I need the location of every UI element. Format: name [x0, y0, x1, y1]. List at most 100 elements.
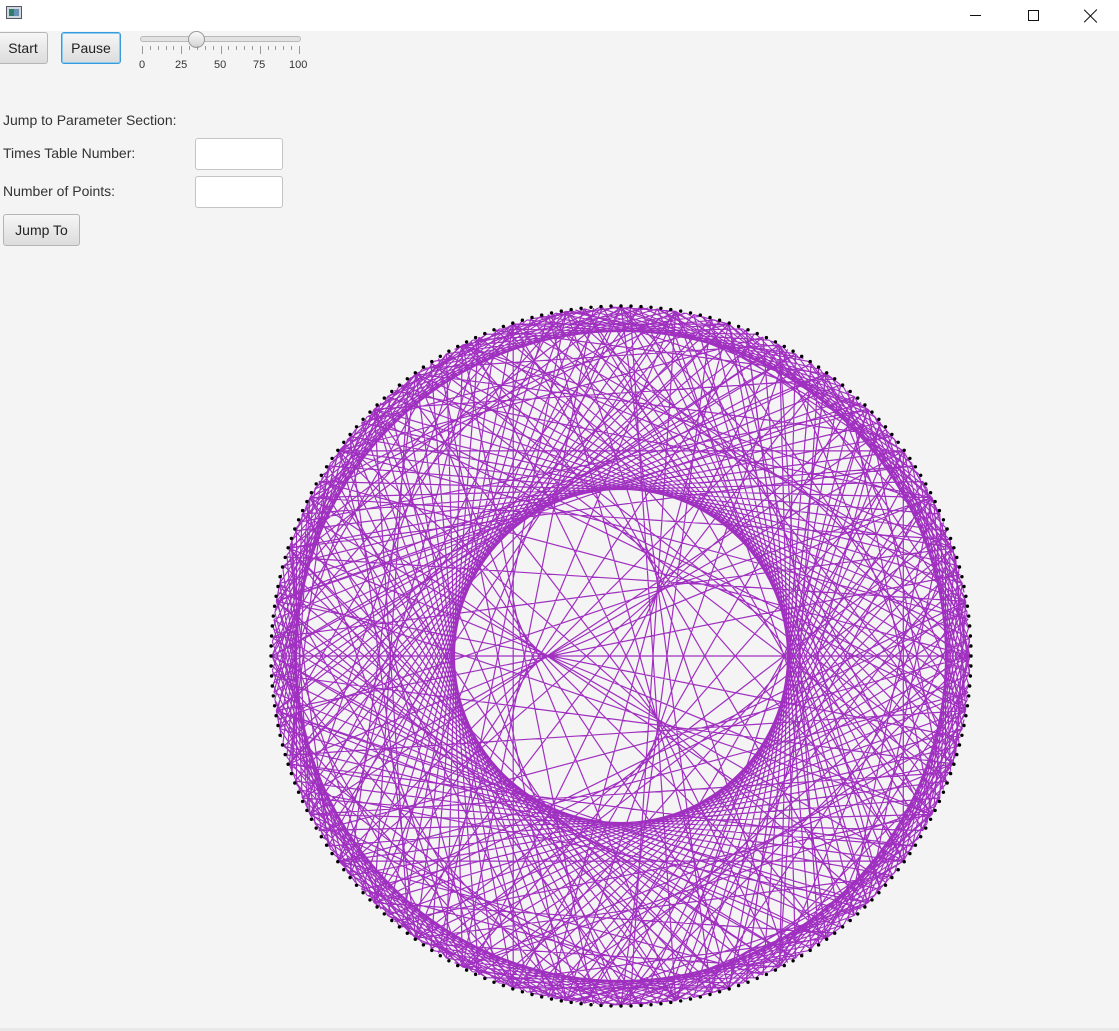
- circle-point: [473, 972, 478, 977]
- circle-point: [609, 304, 613, 308]
- circle-point: [270, 684, 274, 688]
- circle-point: [863, 905, 867, 909]
- times-table-visualization: [269, 304, 973, 1008]
- circle-point: [933, 808, 937, 813]
- circle-point: [870, 898, 874, 902]
- circle-point: [833, 377, 837, 381]
- circle-point: [782, 344, 786, 349]
- circle-point: [825, 371, 829, 375]
- circle-point: [669, 1000, 673, 1005]
- circle-point: [421, 943, 426, 947]
- circle-point: [269, 674, 274, 678]
- circle-point: [579, 1002, 583, 1006]
- circle-point: [405, 931, 409, 935]
- circle-point: [957, 565, 962, 569]
- circle-point: [948, 771, 953, 776]
- circle-point: [619, 304, 623, 308]
- circle-point: [501, 983, 506, 988]
- circle-point: [300, 799, 305, 804]
- circle-point: [430, 948, 434, 953]
- circle-point: [272, 604, 277, 608]
- circle-point: [708, 992, 712, 997]
- circle-point: [456, 344, 460, 349]
- circle-point: [293, 527, 297, 531]
- circle-point: [948, 536, 953, 541]
- circle-point: [609, 1004, 613, 1008]
- circle-point: [309, 817, 314, 821]
- circle-point: [890, 432, 894, 437]
- circle-point: [629, 1004, 633, 1008]
- circle-point: [964, 594, 968, 598]
- circle-point: [330, 456, 334, 461]
- circle-point: [324, 843, 329, 847]
- circle-point: [773, 968, 778, 972]
- circle-point: [319, 835, 323, 839]
- circle-point: [952, 546, 956, 550]
- circle-point: [919, 835, 923, 839]
- circle-point: [755, 976, 759, 981]
- circle-point: [314, 826, 318, 830]
- circle-point: [957, 743, 962, 747]
- circle-point: [919, 473, 923, 477]
- circle-point: [717, 990, 722, 994]
- circle-point: [271, 614, 275, 618]
- circle-point: [520, 318, 525, 322]
- circle-point: [421, 365, 426, 369]
- circle-point: [908, 851, 912, 856]
- circle-point: [937, 799, 942, 804]
- circle-point: [271, 694, 275, 698]
- circle-point: [483, 976, 487, 981]
- circle-point: [278, 733, 282, 737]
- circle-point: [688, 997, 693, 1001]
- circle-point: [856, 396, 860, 400]
- circle-point: [336, 448, 340, 452]
- circle-point: [549, 311, 554, 315]
- circle-point: [293, 781, 297, 785]
- circle-point: [965, 704, 970, 708]
- circle-point: [447, 959, 451, 963]
- circle-point: [679, 309, 683, 313]
- circle-point: [791, 349, 795, 353]
- circle-point: [368, 898, 372, 902]
- circle-point: [808, 948, 812, 953]
- circle-point: [764, 972, 769, 977]
- circle-point: [619, 1004, 623, 1008]
- circle-point: [314, 482, 318, 486]
- circle-point: [933, 499, 937, 504]
- circle-point: [968, 624, 972, 628]
- circle-point: [286, 546, 290, 550]
- circle-point: [559, 999, 563, 1003]
- circle-point: [280, 565, 285, 569]
- circle-point: [840, 925, 845, 929]
- circle-point: [354, 883, 359, 887]
- circle-point: [599, 1003, 603, 1008]
- circle-point: [890, 875, 894, 880]
- circle-point: [296, 790, 301, 794]
- circle-point: [473, 335, 478, 340]
- circle-point: [833, 931, 837, 935]
- circle-point: [397, 383, 402, 387]
- circle-point: [272, 704, 277, 708]
- circle-point: [969, 654, 973, 658]
- circle-point: [883, 883, 888, 887]
- circle-point: [669, 307, 673, 312]
- circle-point: [390, 918, 394, 923]
- circle-point: [305, 808, 309, 813]
- circle-point: [968, 634, 973, 638]
- circle-point: [883, 425, 888, 429]
- circle-point: [746, 980, 750, 984]
- circle-point: [773, 340, 778, 344]
- circle-point: [964, 714, 968, 718]
- circle-point: [276, 723, 280, 728]
- circle-point: [274, 714, 278, 718]
- circle-point: [569, 307, 573, 312]
- circle-point: [447, 349, 451, 353]
- circle-point: [968, 674, 973, 678]
- circle-point: [413, 371, 417, 375]
- circle-point: [962, 584, 966, 589]
- circle-point: [289, 771, 294, 776]
- circle-point: [354, 425, 359, 429]
- circle-point: [639, 1003, 643, 1008]
- circle-point: [736, 983, 741, 988]
- circle-point: [274, 594, 278, 598]
